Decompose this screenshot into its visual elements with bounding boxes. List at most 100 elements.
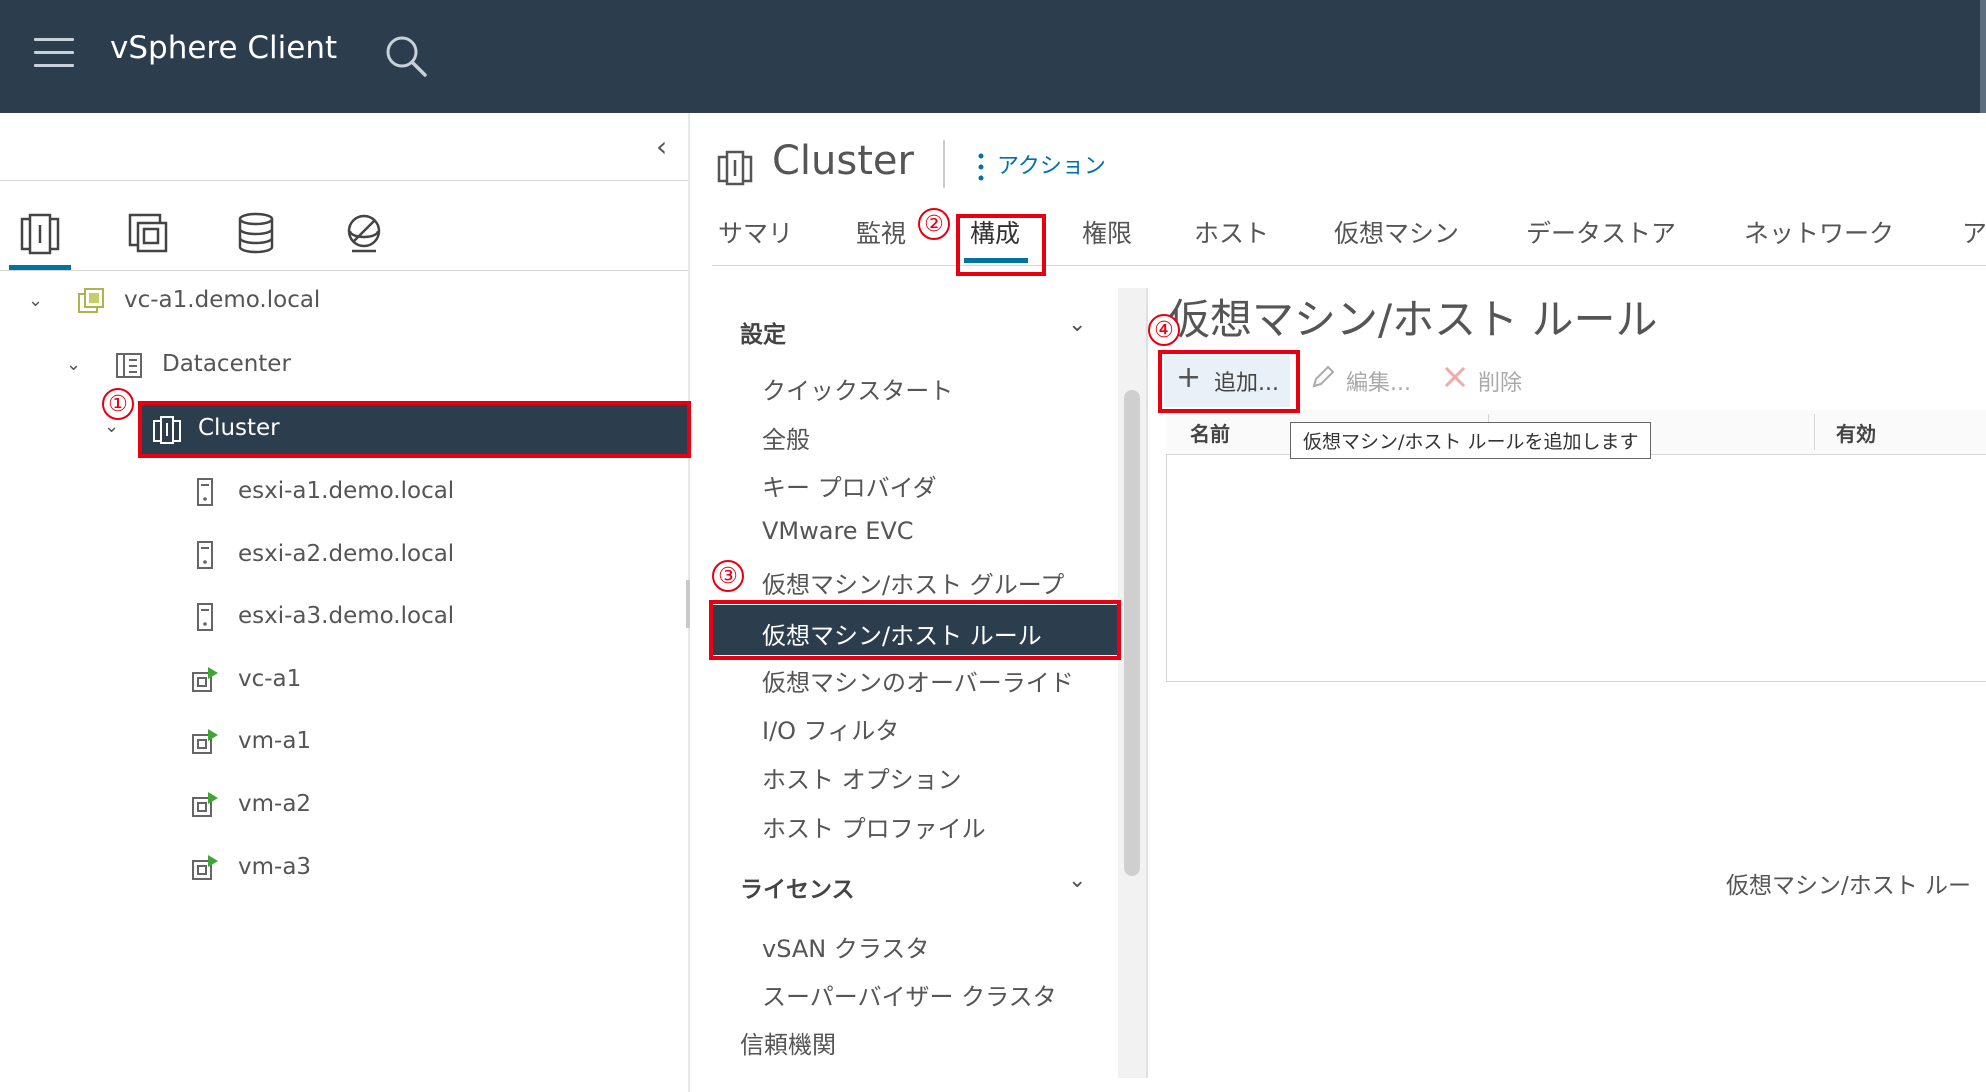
vm-icon [190, 665, 220, 695]
config-scrollbar-thumb[interactable] [1124, 390, 1140, 876]
host-icon [190, 540, 220, 570]
header-edge [1980, 0, 1986, 113]
config-item-key-provider[interactable]: キー プロバイダ [712, 460, 1118, 504]
pencil-icon [1310, 364, 1336, 394]
empty-state-text: 仮想マシン/ホスト ルー [1726, 873, 1972, 899]
config-item-quickstart[interactable]: クイックスタート [712, 363, 1118, 407]
datacenter-icon [114, 350, 144, 380]
tree-item-vcenter[interactable]: ⌄ vc-a1.demo.local [0, 276, 688, 326]
annotation-marker: ① [102, 388, 134, 420]
config-item-label: VMware EVC [762, 517, 914, 545]
config-item-supervisor-cluster[interactable]: スーパーバイザー クラスタ [712, 969, 1118, 1013]
tab-permissions[interactable]: 権限 [1082, 214, 1132, 250]
object-title: Cluster [772, 138, 914, 184]
add-rule-tooltip: 仮想マシン/ホスト ルールを追加します [1290, 422, 1652, 459]
tree-item-vm[interactable]: vm-a2 [0, 780, 688, 830]
app-title: vSphere Client [110, 30, 338, 66]
config-item-label: 仮想マシン/ホスト グループ [762, 571, 1065, 599]
config-item-trust-authority[interactable]: 信頼機関 [712, 1017, 1118, 1061]
annotation-marker: ④ [1148, 314, 1180, 346]
config-item-label: ホスト オプション [762, 766, 962, 794]
section-licensing[interactable]: ライセンス [740, 870, 855, 904]
annotation-box [1158, 350, 1300, 413]
actions-menu[interactable]: アクション [997, 148, 1106, 180]
pane-resize-handle[interactable] [686, 580, 690, 628]
config-item-label: 信頼機関 [740, 1031, 836, 1059]
host-icon [190, 477, 220, 507]
config-item-label: ホスト プロファイル [762, 815, 986, 843]
annotation-marker: ③ [712, 560, 744, 592]
config-item-label: スーパーバイザー クラスタ [762, 983, 1057, 1011]
config-item-vsan-cluster[interactable]: vSAN クラスタ [712, 921, 1118, 965]
tab-summary[interactable]: サマリ [718, 214, 793, 250]
edit-button[interactable]: 編集... [1346, 365, 1411, 397]
vm-icon [190, 727, 220, 757]
config-item-label: vSAN クラスタ [762, 935, 930, 963]
tree-item-vm[interactable]: vc-a1 [0, 655, 688, 705]
menu-icon[interactable] [34, 38, 74, 68]
vms-templates-tab-icon[interactable] [118, 205, 178, 261]
tree-item-label: vc-a1.demo.local [124, 287, 321, 313]
config-item-label: キー プロバイダ [762, 474, 937, 502]
tree-item-label: vm-a1 [238, 728, 312, 754]
chevron-down-icon[interactable]: ⌄ [1068, 868, 1086, 893]
tree-item-label: esxi-a2.demo.local [238, 541, 455, 567]
tree-item-label: esxi-a3.demo.local [238, 603, 455, 629]
networking-tab-icon[interactable] [334, 205, 394, 261]
config-item-label: クイックスタート [762, 377, 954, 405]
tree-item-host[interactable]: esxi-a3.demo.local [0, 592, 688, 642]
config-item-host-options[interactable]: ホスト オプション [712, 752, 1118, 796]
expand-chevron-icon[interactable]: ⌄ [28, 290, 43, 311]
config-item-evc[interactable]: VMware EVC [712, 509, 1118, 553]
tree-item-vm[interactable]: vm-a3 [0, 843, 688, 893]
config-item-general[interactable]: 全般 [712, 412, 1118, 456]
tree-item-label: esxi-a1.demo.local [238, 478, 455, 504]
chevron-down-icon[interactable]: ⌄ [1068, 312, 1086, 337]
vcenter-icon [76, 286, 106, 316]
collapse-pane-chevron-icon[interactable]: ‹ [656, 130, 667, 163]
section-settings[interactable]: 設定 [740, 315, 786, 349]
config-item-vm-host-groups[interactable]: 仮想マシン/ホスト グループ [712, 557, 1118, 601]
column-separator[interactable] [1814, 414, 1815, 450]
hosts-clusters-tab-icon[interactable] [10, 205, 70, 261]
vm-icon [190, 853, 220, 883]
expand-chevron-icon[interactable]: ⌄ [66, 354, 81, 375]
annotation-marker: ② [918, 208, 950, 240]
config-item-label: 全般 [762, 426, 810, 454]
config-divider [1146, 288, 1148, 1078]
tree-item-label: vc-a1 [238, 666, 302, 692]
cluster-icon [716, 148, 754, 186]
tab-hosts[interactable]: ホスト [1194, 214, 1269, 250]
tab-networks[interactable]: ネットワーク [1744, 214, 1894, 250]
tree-item-label: Datacenter [162, 351, 291, 377]
tree-item-label: vm-a3 [238, 854, 312, 880]
storage-tab-icon[interactable] [226, 205, 286, 261]
tree-item-host[interactable]: esxi-a1.demo.local [0, 467, 688, 517]
panel-title: 仮想マシン/ホスト ルール [1168, 295, 1658, 344]
config-item-vm-overrides[interactable]: 仮想マシンのオーバーライド [712, 655, 1118, 699]
delete-x-icon [1442, 364, 1468, 394]
tab-vms[interactable]: 仮想マシン [1334, 214, 1459, 250]
tab-more[interactable]: ア [1962, 214, 1986, 250]
config-item-io-filters[interactable]: I/O フィルタ [712, 703, 1118, 747]
tree-item-label: vm-a2 [238, 791, 312, 817]
tree-item-host[interactable]: esxi-a2.demo.local [0, 530, 688, 580]
tree-item-vm[interactable]: vm-a1 [0, 717, 688, 767]
delete-button[interactable]: 削除 [1478, 365, 1522, 397]
host-icon [190, 602, 220, 632]
tab-datastores[interactable]: データストア [1526, 214, 1676, 250]
navigator-divider [0, 180, 688, 181]
annotation-box [138, 401, 691, 458]
tabs-divider [712, 265, 1986, 266]
column-header-enabled[interactable]: 有効 [1836, 418, 1876, 447]
search-icon[interactable] [384, 34, 428, 78]
column-header-name[interactable]: 名前 [1190, 418, 1230, 447]
config-item-host-profile[interactable]: ホスト プロファイル [712, 801, 1118, 845]
tab-monitor[interactable]: 監視 [856, 214, 906, 250]
config-item-label: 仮想マシンのオーバーライド [762, 669, 1074, 697]
config-item-label: I/O フィルタ [762, 717, 900, 745]
vm-icon [190, 790, 220, 820]
tabs-divider [0, 270, 688, 271]
tree-item-datacenter[interactable]: ⌄ Datacenter [0, 340, 688, 390]
more-vertical-icon[interactable] [978, 152, 984, 182]
